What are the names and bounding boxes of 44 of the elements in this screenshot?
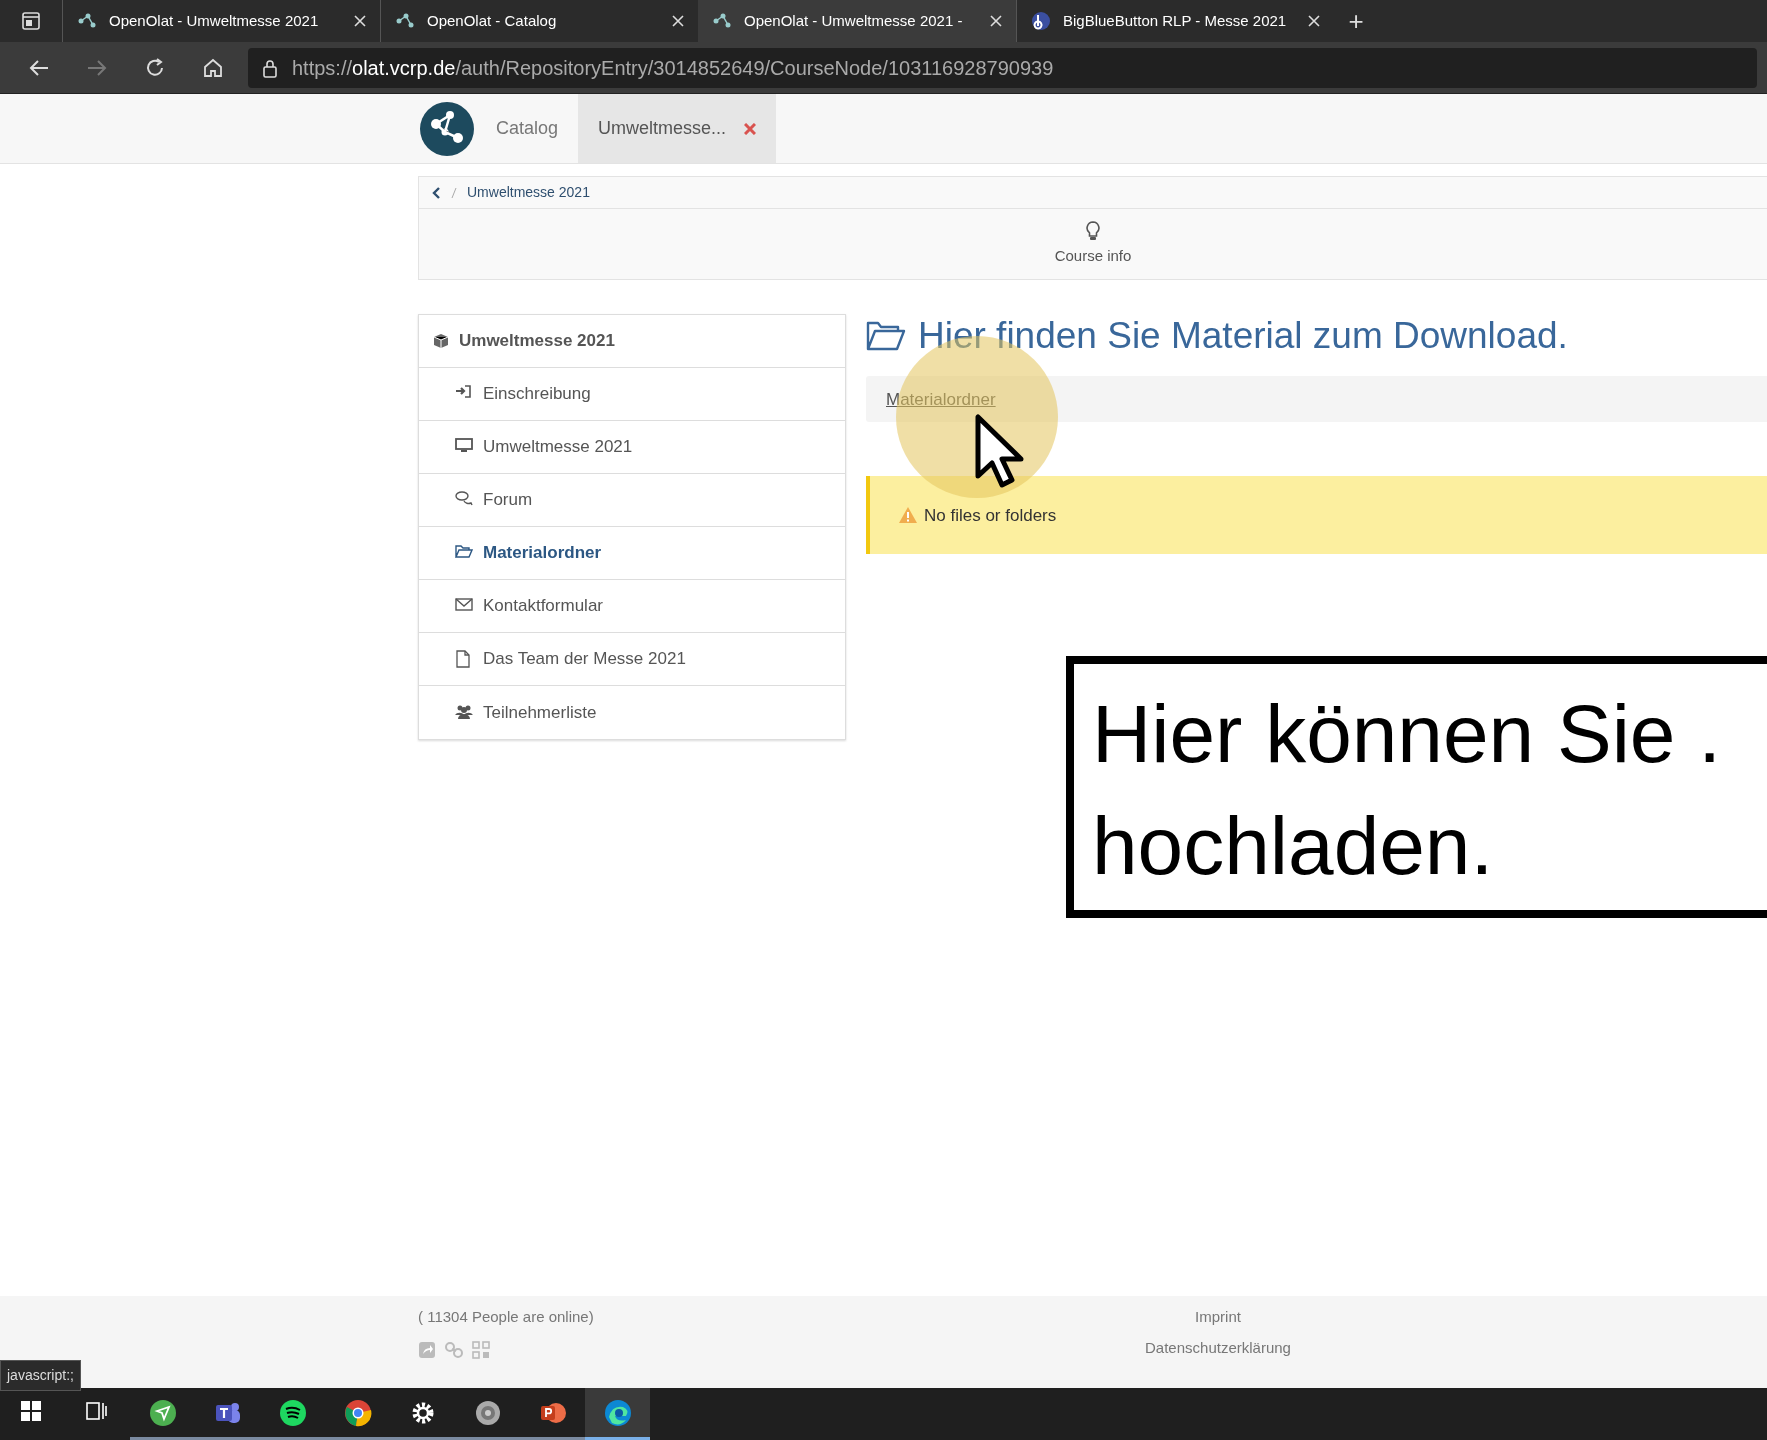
- callout-text: Hier können Sie .: [1092, 687, 1722, 781]
- people-icon: [455, 703, 473, 722]
- status-tooltip: javascript:;: [0, 1360, 81, 1391]
- url-text: https://olat.vcrp.de/auth/RepositoryEntry/3014852649/CourseNode/103116928790939: [292, 55, 1054, 81]
- course-info-button[interactable]: Course info: [1048, 209, 1138, 279]
- breadcrumb-separator: [451, 186, 457, 199]
- window-icon: [22, 12, 40, 30]
- site-tab[interactable]: Catalog: [476, 94, 579, 163]
- page-heading: Hier finden Sie Material zum Download.: [918, 314, 1568, 358]
- course-menu-item[interactable]: Kontaktformular: [419, 580, 845, 633]
- reload-icon: [144, 56, 166, 79]
- course-menu-item[interactable]: Materialordner: [419, 527, 845, 580]
- online-count: ( 11304 People are online): [418, 1307, 595, 1327]
- course-menu-item[interactable]: Forum: [419, 474, 845, 527]
- footer-link[interactable]: Imprint: [1195, 1306, 1241, 1329]
- spotify-icon: [278, 1398, 307, 1427]
- course-menu-item[interactable]: Teilnehmerliste: [419, 686, 845, 739]
- course-menu-title[interactable]: Umweltmesse 2021: [419, 315, 845, 368]
- speaker-icon: [473, 1398, 502, 1427]
- new-tab-button[interactable]: +: [1334, 0, 1378, 42]
- course-menu-item[interactable]: Umweltmesse 2021: [419, 421, 845, 474]
- warning-icon: [898, 506, 918, 525]
- taskbar-button[interactable]: [585, 1388, 650, 1440]
- lightbulb-icon: [1086, 220, 1100, 241]
- chevron-left-icon: [431, 187, 441, 200]
- folder-icon: [866, 320, 906, 353]
- course-menu-item[interactable]: Das Team der Messe 2021: [419, 633, 845, 686]
- breadcrumb-link[interactable]: Umweltmesse 2021: [467, 182, 590, 203]
- warning-text: No files or folders: [924, 504, 1057, 527]
- lock-icon: [262, 57, 278, 78]
- cube-icon: [433, 333, 449, 349]
- circle-logo-icon: [1031, 11, 1051, 31]
- course-menu-item[interactable]: Einschreibung: [419, 368, 845, 421]
- edge-icon: [603, 1398, 632, 1427]
- footer-link[interactable]: Datenschutzerklärung: [1145, 1336, 1291, 1359]
- chrome-icon: [343, 1398, 372, 1427]
- network-logo-icon[interactable]: [420, 101, 474, 156]
- paper-plane-icon: [148, 1398, 177, 1427]
- browser-tab[interactable]: OpenOlat - Umweltmesse 2021 -: [698, 0, 1016, 42]
- site-tab[interactable]: Umweltmesse...: [578, 94, 777, 163]
- address-bar[interactable]: https://olat.vcrp.de/auth/RepositoryEntry/3014852649/CourseNode/103116928790939: [248, 47, 1757, 88]
- document-icon: [455, 650, 473, 668]
- callout-text: hochladen.: [1092, 799, 1495, 893]
- home-icon: [202, 56, 224, 79]
